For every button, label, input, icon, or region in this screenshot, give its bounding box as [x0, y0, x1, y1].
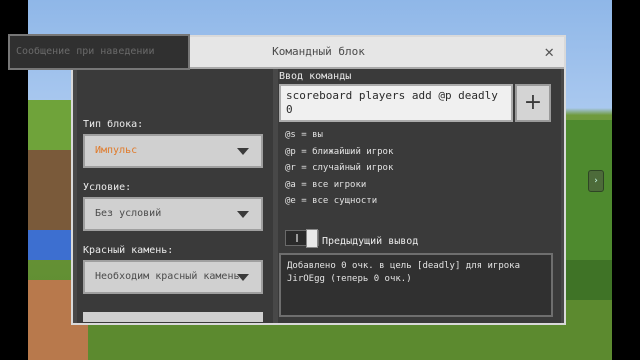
side-menu-button[interactable]: › — [588, 170, 604, 192]
redstone-dropdown[interactable]: Необходим красный камень — [83, 260, 263, 294]
block-type-label: Тип блока: — [83, 119, 144, 130]
next-dropdown-edge — [83, 312, 263, 322]
toggle-on-mark — [296, 234, 298, 242]
selector-help-s: @s = вы — [285, 130, 323, 140]
previous-output-label: Предыдущий вывод — [322, 236, 419, 247]
command-input-label: Ввод команды — [279, 71, 352, 82]
selector-help-e: @e = все сущности — [285, 196, 378, 206]
condition-value: Без условий — [95, 208, 162, 219]
chevron-down-icon — [237, 148, 249, 155]
redstone-value: Необходим красный камень — [95, 271, 240, 282]
chevron-down-icon — [237, 274, 249, 281]
condition-label: Условие: — [83, 182, 132, 193]
command-input[interactable]: scoreboard players add @p deadly 0 — [279, 84, 513, 122]
chevron-down-icon — [237, 211, 249, 218]
block-type-value: Импульс — [95, 145, 138, 156]
hover-message-input[interactable]: Сообщение при наведении — [8, 34, 190, 70]
condition-dropdown[interactable]: Без условий — [83, 197, 263, 231]
selector-help-p: @p = ближайший игрок — [285, 147, 394, 157]
selector-help-a: @a = все игроки — [285, 180, 367, 190]
previous-output-toggle[interactable] — [285, 229, 319, 248]
redstone-label: Красный камень: — [83, 245, 174, 256]
previous-output-text: Добавлено 0 очк. в цель [deadly] для игр… — [279, 253, 553, 317]
block-type-dropdown[interactable]: Импульс — [83, 134, 263, 168]
close-icon[interactable]: ✕ — [544, 42, 554, 61]
selector-help-r: @r = случайный игрок — [285, 163, 394, 173]
plus-icon[interactable]: + — [515, 84, 551, 122]
toggle-knob — [306, 229, 318, 248]
